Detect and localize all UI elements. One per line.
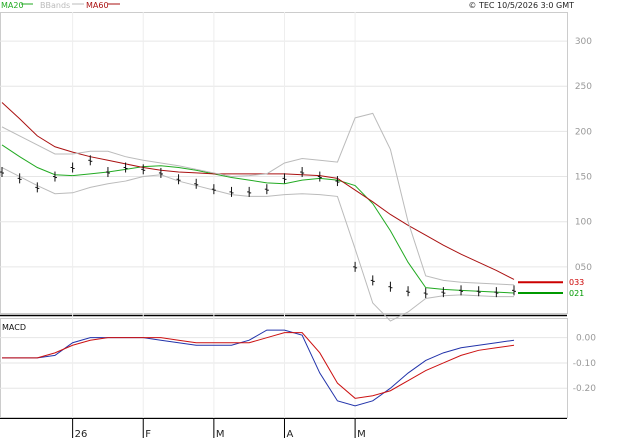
macd-title: MACD	[2, 323, 26, 332]
copyright-text: © TEC 10/5/2026 3:0 GMT	[468, 1, 574, 10]
ma60-legend-label: MA60	[86, 1, 109, 10]
last-value-label: 033	[569, 278, 584, 287]
price-series	[1, 102, 515, 322]
price-y-tick-label: 300	[575, 37, 592, 47]
x-tick-label: M	[357, 429, 366, 440]
price-y-tick-label: 050	[575, 263, 592, 273]
bbands-upper-line	[1, 112, 515, 286]
x-tick-label: 26	[75, 429, 88, 440]
chart-canvas: MA20 BBands MA60 © TEC 10/5/2026 3:0 GMT…	[0, 1, 597, 440]
ma20-legend-label: MA20	[1, 1, 24, 10]
price-y-tick-label: 200	[575, 127, 592, 137]
ma20-line	[1, 144, 515, 294]
macd-y-tick-label: -0.10	[573, 359, 597, 369]
macd-series	[2, 329, 515, 407]
x-tick-label: A	[286, 429, 293, 440]
last-value-labels: 033021	[518, 278, 584, 298]
last-value-label: 021	[569, 289, 584, 298]
macd-grid: 0.00 -0.10 -0.20	[0, 334, 597, 394]
legend: MA20 BBands MA60	[1, 1, 120, 10]
bbands-lower-line	[1, 167, 514, 322]
macd-y-tick-label: 0.00	[576, 334, 596, 344]
bbands-legend-label: BBands	[40, 1, 70, 10]
x-tick-label: M	[216, 429, 225, 440]
macd-line	[2, 329, 515, 407]
price-y-tick-label: 100	[575, 218, 592, 228]
x-tick-label: F	[145, 429, 151, 440]
price-y-tick-label: 150	[575, 173, 592, 183]
price-grid: 300 250 200 150 100 050	[0, 37, 592, 273]
macd-y-tick-label: -0.20	[573, 384, 597, 394]
price-y-tick-label: 250	[575, 82, 592, 92]
